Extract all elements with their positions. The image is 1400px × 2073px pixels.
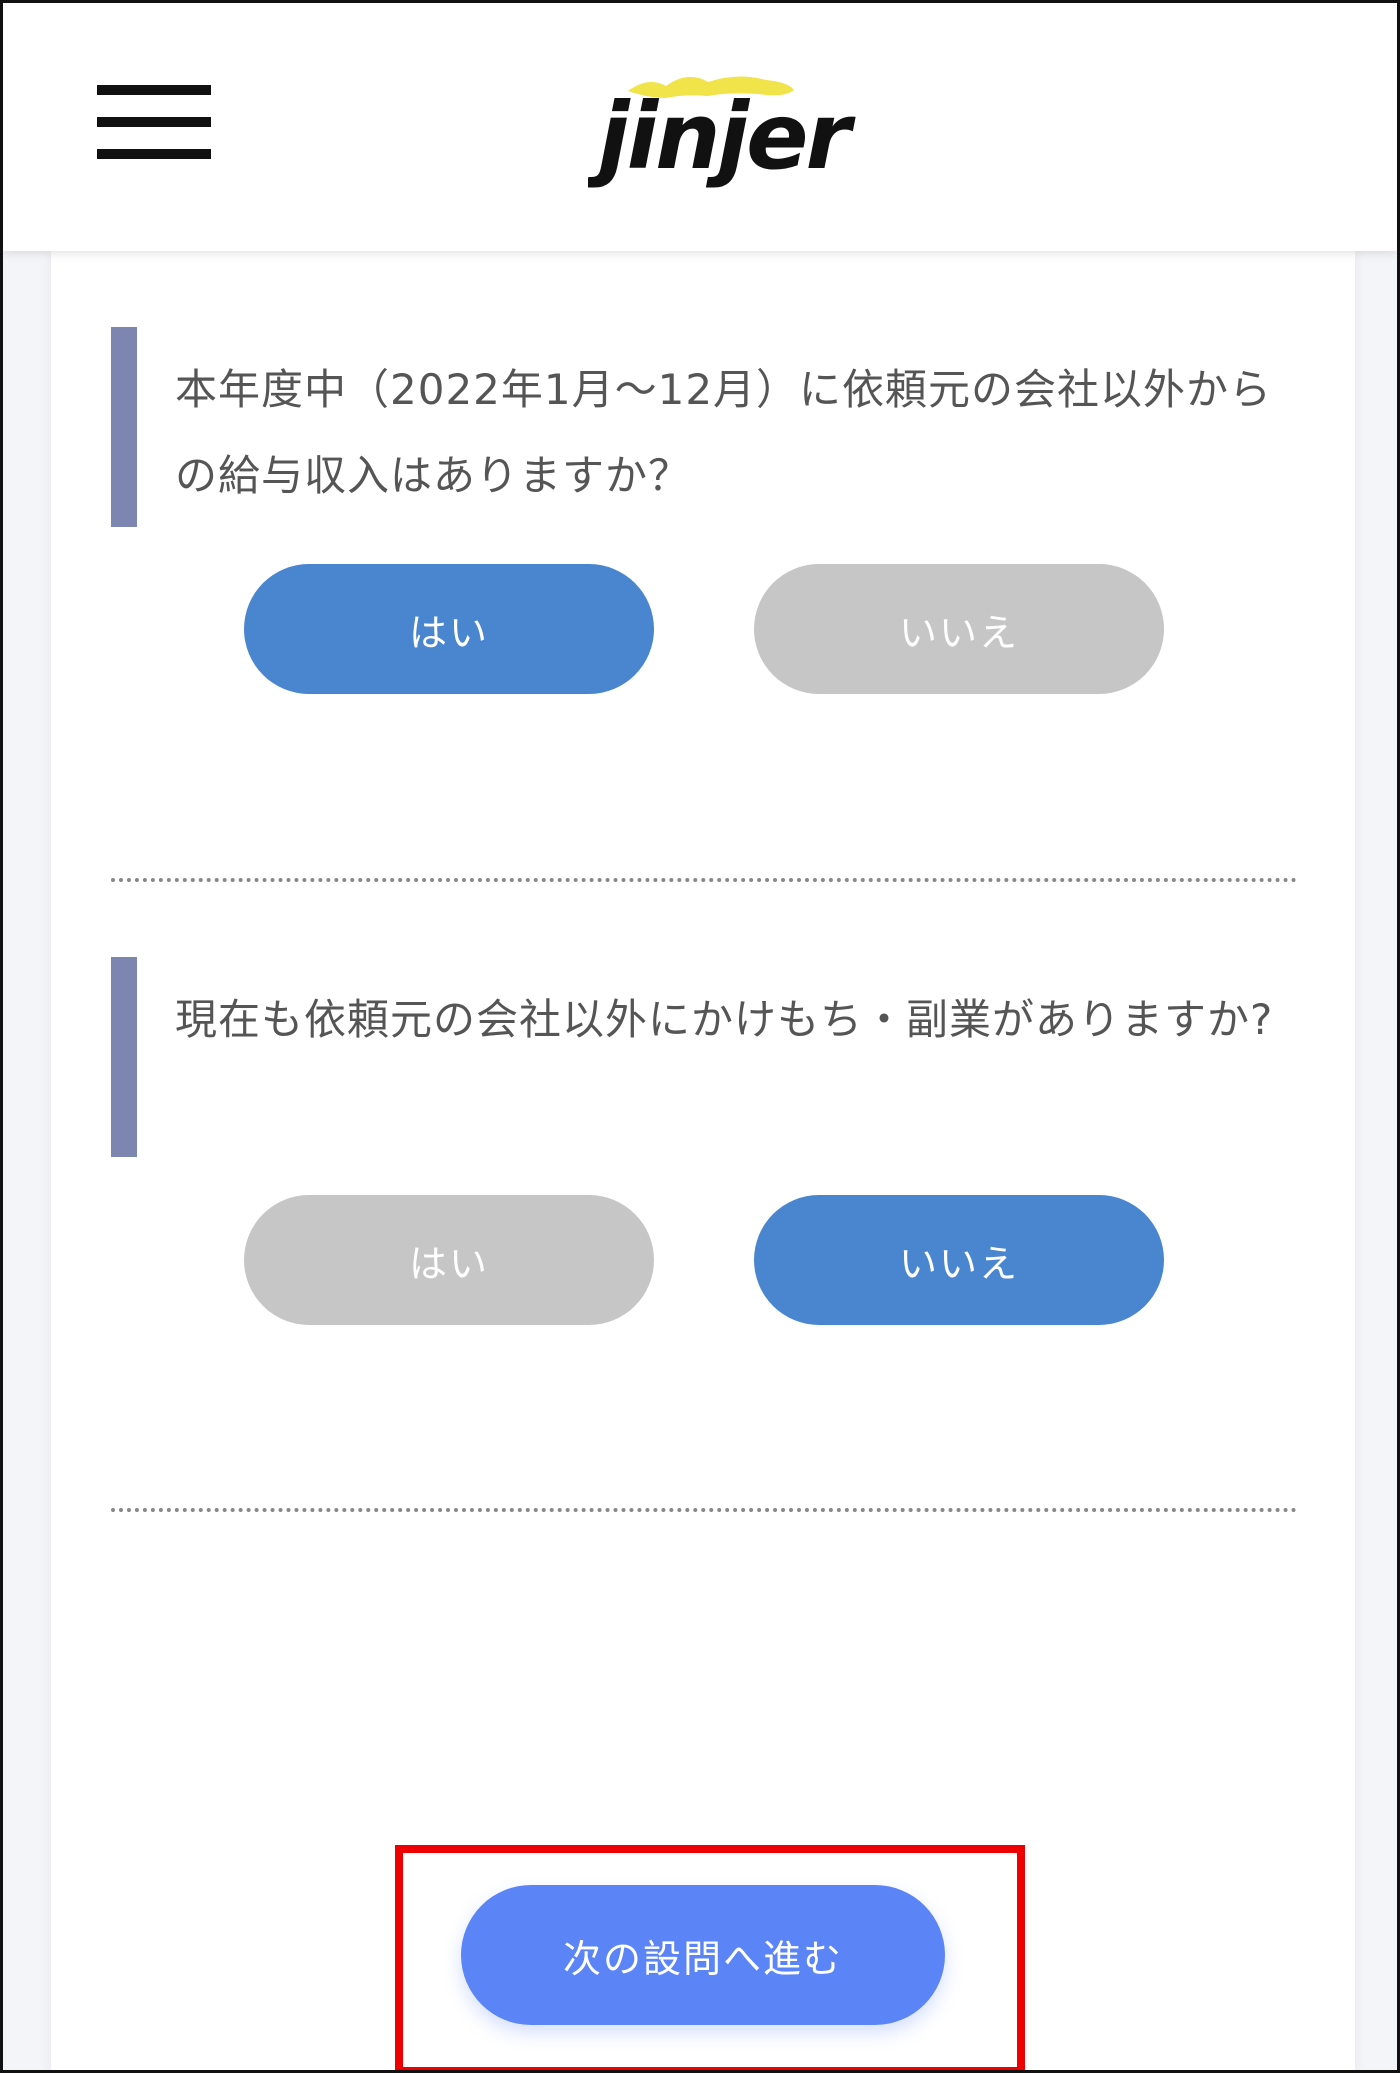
yes-button[interactable]: はい bbox=[244, 1195, 654, 1325]
jinjer-logo: jinjer bbox=[588, 76, 858, 188]
question-accent-bar bbox=[111, 957, 137, 1157]
menu-line bbox=[97, 117, 211, 127]
question-card: 本年度中（2022年1月〜12月）に依頼元の会社以外からの給与収入はありますか？… bbox=[51, 251, 1355, 2070]
logo-text: jinjer bbox=[588, 83, 857, 188]
no-button[interactable]: いいえ bbox=[754, 564, 1164, 694]
app-frame: jinjer 本年度中（2022年1月〜12月）に依頼元の会社以外からの給与収入… bbox=[0, 0, 1400, 2073]
menu-line bbox=[97, 85, 211, 95]
menu-line bbox=[97, 149, 211, 159]
question-text: 本年度中（2022年1月〜12月）に依頼元の会社以外からの給与収入はありますか？ bbox=[175, 365, 1273, 500]
question-text: 現在も依頼元の会社以外にかけもち・副業がありますか? bbox=[175, 995, 1274, 1044]
next-question-button[interactable]: 次の設問へ進む bbox=[461, 1885, 945, 2025]
section-divider bbox=[111, 1508, 1297, 1512]
yes-button[interactable]: はい bbox=[244, 564, 654, 694]
question-accent-bar bbox=[111, 327, 137, 527]
hamburger-menu-icon[interactable] bbox=[97, 85, 211, 159]
no-button[interactable]: いいえ bbox=[754, 1195, 1164, 1325]
app-header: jinjer bbox=[3, 3, 1397, 251]
section-divider bbox=[111, 878, 1297, 882]
